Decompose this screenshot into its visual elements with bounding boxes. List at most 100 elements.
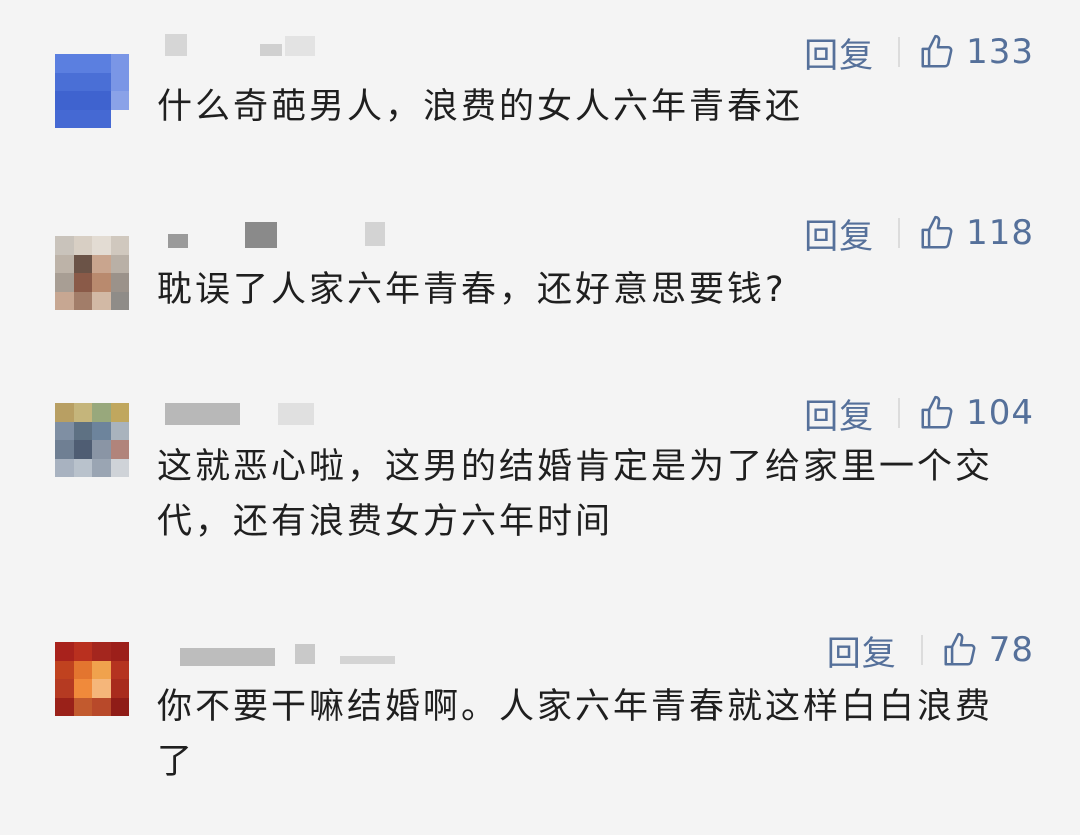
avatar-pixel [92, 54, 111, 73]
avatar-pixel [110, 273, 129, 292]
avatar-pixel [73, 403, 92, 422]
avatar-pixel [73, 72, 92, 91]
reply-button[interactable]: 回复 [804, 28, 874, 77]
avatar-pixel [73, 291, 92, 310]
avatar-pixel [92, 697, 111, 716]
divider [898, 398, 901, 428]
avatar-pixel [110, 679, 129, 698]
comment-text: 耽误了人家六年青春，还好意思要钱? [157, 270, 787, 310]
avatar-pixel [55, 458, 74, 477]
avatar-pixel [73, 109, 92, 128]
like-button[interactable]: 104 [918, 393, 1034, 433]
avatar-pixel [92, 458, 111, 477]
avatar-pixel [55, 109, 74, 128]
avatar-pixel [110, 421, 129, 440]
avatar-pixel [55, 236, 74, 255]
like-count: 78 [988, 630, 1034, 670]
avatar-pixel [55, 273, 74, 292]
avatar[interactable] [55, 642, 129, 716]
avatar[interactable] [55, 54, 129, 128]
avatar-pixel [55, 54, 74, 73]
avatar-pixel [55, 403, 74, 422]
reply-button[interactable]: 回复 [827, 626, 897, 675]
avatar-pixel [92, 440, 111, 459]
avatar-pixel [110, 91, 129, 110]
avatar-pixel [110, 54, 129, 73]
avatar-pixel [73, 421, 92, 440]
like-button[interactable]: 118 [918, 213, 1034, 253]
avatar-pixel [73, 458, 92, 477]
comment-actions: 回复 104 [804, 389, 1034, 438]
comment-actions: 回复 133 [804, 28, 1034, 77]
avatar-pixel [110, 254, 129, 273]
avatar-pixel [92, 291, 111, 310]
like-button[interactable]: 133 [918, 32, 1034, 72]
avatar-pixel [110, 697, 129, 716]
avatar-pixel [55, 697, 74, 716]
comment-actions: 回复 118 [804, 209, 1034, 258]
avatar-pixel [92, 236, 111, 255]
avatar-pixel [55, 679, 74, 698]
avatar-pixel [92, 421, 111, 440]
avatar-pixel [92, 273, 111, 292]
thumbs-up-icon [921, 34, 953, 68]
reply-button[interactable]: 回复 [804, 389, 874, 438]
comment-actions: 回复 78 [827, 626, 1034, 675]
avatar-pixel [92, 642, 111, 661]
divider [920, 635, 923, 665]
avatar-pixel [73, 91, 92, 110]
avatar-pixel [110, 440, 129, 459]
avatar-pixel [110, 458, 129, 477]
avatar-pixel [73, 660, 92, 679]
username-blurred[interactable] [160, 220, 385, 248]
avatar-pixel [73, 54, 92, 73]
avatar-pixel [55, 660, 74, 679]
avatar-pixel [73, 679, 92, 698]
divider [898, 218, 901, 248]
username-blurred[interactable] [160, 34, 330, 56]
reply-button[interactable]: 回复 [804, 209, 874, 258]
comment-text: 什么奇葩男人，浪费的女人六年青春还 [157, 87, 804, 127]
avatar-pixel [73, 254, 92, 273]
avatar[interactable] [55, 236, 129, 310]
avatar-pixel [73, 642, 92, 661]
avatar-pixel [92, 72, 111, 91]
username-blurred[interactable] [160, 642, 395, 666]
avatar-pixel [55, 91, 74, 110]
avatar-pixel [73, 273, 92, 292]
avatar-pixel [55, 254, 74, 273]
avatar[interactable] [55, 403, 129, 477]
like-button[interactable]: 78 [941, 630, 1034, 670]
avatar-pixel [110, 236, 129, 255]
thumbs-up-icon [944, 632, 976, 666]
like-count: 118 [966, 213, 1034, 253]
avatar-pixel [92, 254, 111, 273]
avatar-pixel [92, 109, 111, 128]
avatar-pixel [92, 403, 111, 422]
avatar-pixel [110, 72, 129, 91]
avatar-pixel [73, 697, 92, 716]
divider [898, 37, 901, 67]
like-count: 133 [966, 32, 1034, 72]
avatar-pixel [92, 660, 111, 679]
avatar-pixel [73, 236, 92, 255]
comment-text: 这就恶心啦，这男的结婚肯定是为了给家里一个交代，还有浪费女方六年时间 [157, 447, 994, 542]
avatar-pixel [92, 91, 111, 110]
avatar-pixel [55, 291, 74, 310]
avatar-pixel [92, 679, 111, 698]
avatar-pixel [73, 440, 92, 459]
avatar-pixel [110, 291, 129, 310]
avatar-pixel [110, 642, 129, 661]
username-blurred[interactable] [160, 403, 330, 425]
thumbs-up-icon [921, 215, 953, 249]
avatar-pixel [55, 642, 74, 661]
comment-text: 你不要干嘛结婚啊。人家六年青春就这样白白浪费了 [157, 687, 994, 782]
like-count: 104 [966, 393, 1034, 433]
thumbs-up-icon [921, 395, 953, 429]
avatar-pixel [110, 403, 129, 422]
avatar-pixel [55, 72, 74, 91]
avatar-pixel [110, 660, 129, 679]
avatar-pixel [55, 440, 74, 459]
avatar-pixel [110, 109, 129, 128]
avatar-pixel [55, 421, 74, 440]
